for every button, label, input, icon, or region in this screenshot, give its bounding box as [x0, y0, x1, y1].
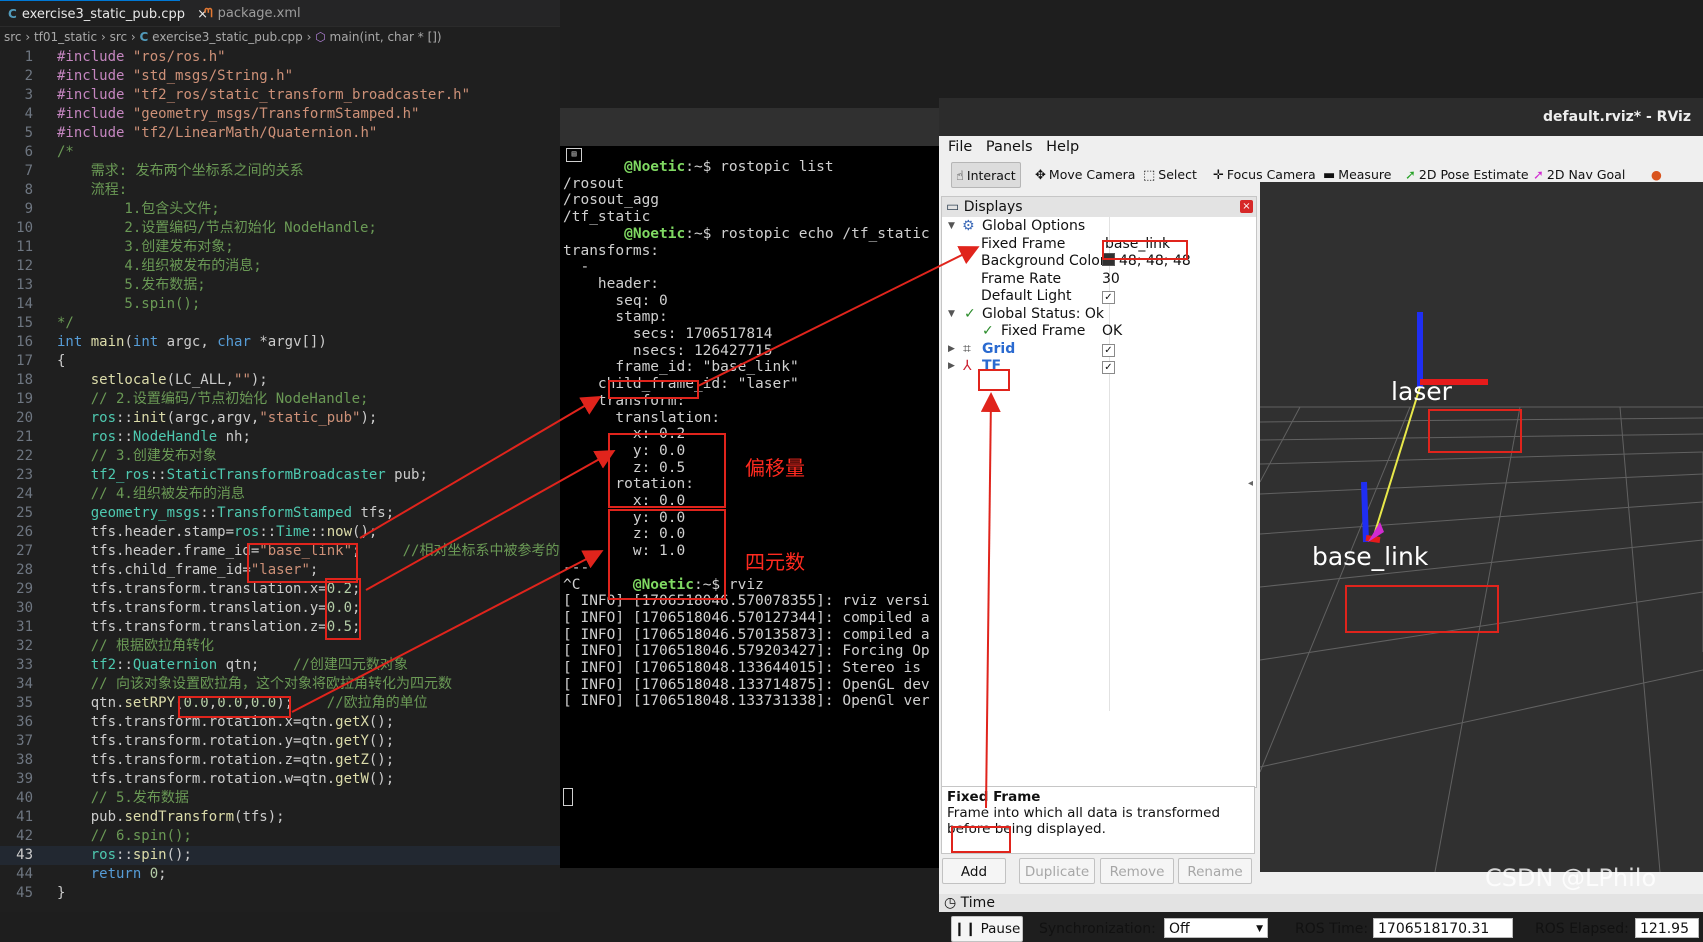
csdn-watermark: CSDN @LPhilo: [1485, 864, 1657, 892]
highlight-rpy-values: [178, 696, 291, 718]
sync-selected-value: Off: [1169, 921, 1190, 937]
highlight-fixed-frame: [1102, 240, 1188, 260]
pause-icon: ❙❙: [953, 921, 977, 937]
chevron-down-icon: ▼: [1256, 924, 1263, 934]
highlight-frame-ids: [247, 543, 358, 583]
ros-elapsed-field[interactable]: 121.95: [1635, 918, 1699, 938]
highlight-laser-label: [1428, 409, 1522, 453]
arrow-translation: [365, 450, 616, 591]
highlight-translation-values: [325, 578, 361, 640]
pause-label: Pause: [980, 921, 1021, 937]
arrow-fixed-frame: [697, 246, 980, 387]
annotation-quaternion: 四元数: [745, 550, 805, 574]
highlight-add-button: [951, 826, 1011, 853]
pause-button[interactable]: ❙❙ Pause: [951, 916, 1023, 942]
highlight-terminal-translation: [608, 433, 726, 508]
ros-time-field[interactable]: 1706518170.31: [1373, 918, 1513, 938]
highlight-terminal-rotation: [608, 509, 726, 600]
sync-select[interactable]: Off ▼: [1164, 918, 1268, 938]
sync-label: Synchronization:: [1039, 921, 1156, 937]
highlight-terminal-frame-id: [608, 380, 699, 399]
arrow-add-tf: [980, 392, 1001, 809]
highlight-base-link-label: [1345, 585, 1499, 633]
ros-elapsed-label: ROS Elapsed:: [1535, 921, 1629, 937]
time-panel-bar: ❙❙ Pause Synchronization: Off ▼ ROS Time…: [939, 912, 1703, 942]
ros-time-label: ROS Time:: [1295, 921, 1369, 937]
highlight-tf-display: [978, 369, 1010, 391]
arrow-frame-id: [359, 395, 602, 539]
annotation-overlay: [291, 246, 1001, 809]
annotation-offset: 偏移量: [745, 456, 805, 480]
